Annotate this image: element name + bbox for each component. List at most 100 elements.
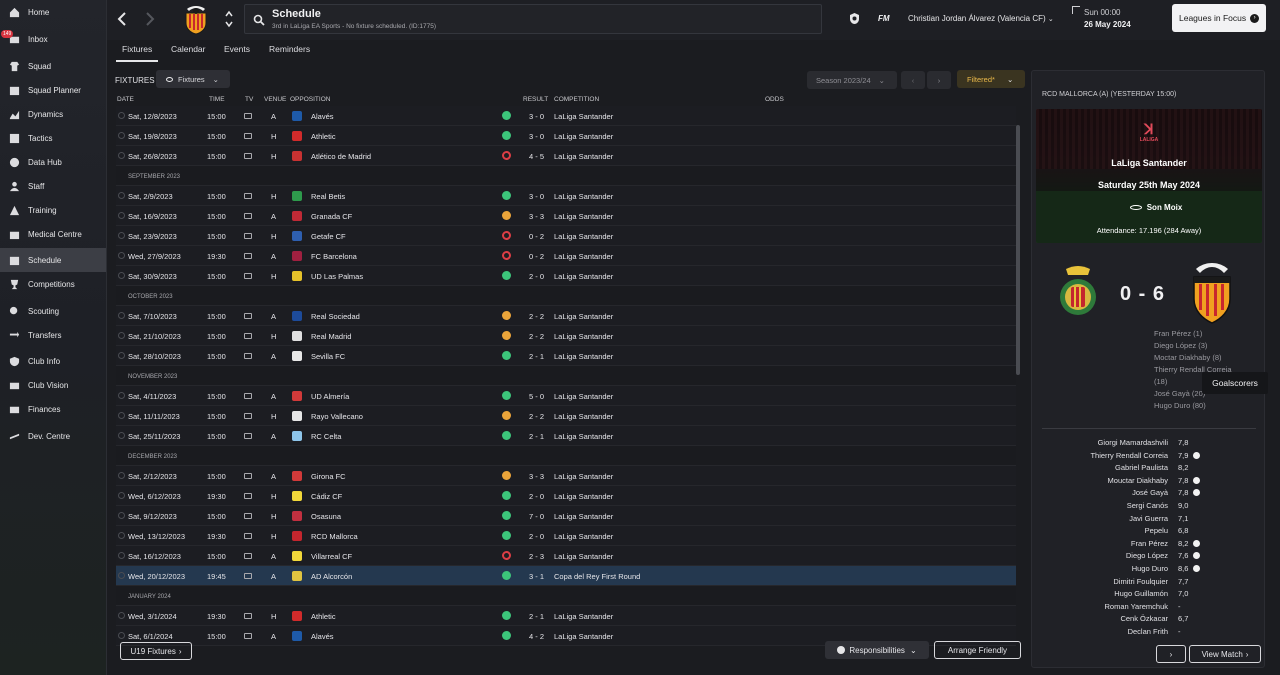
sidebar-item-dev-centre[interactable]: Dev. Centre: [0, 424, 106, 448]
arrange-friendly-button[interactable]: Arrange Friendly: [934, 641, 1021, 659]
player-rating-row[interactable]: Giorgi Mamardashvili 7,8: [1032, 438, 1266, 450]
fixture-competition[interactable]: LaLiga Santander: [554, 152, 613, 161]
table-row[interactable]: Sat, 21/10/2023 15:00 H Real Madrid 2 - 2 LaL…: [116, 326, 1016, 346]
table-row[interactable]: Sat, 19/8/2023 15:00 H Athletic 3 - 0 LaLiga …: [116, 126, 1016, 146]
sidebar-item-schedule[interactable]: Schedule: [0, 248, 106, 272]
fixture-opposition[interactable]: FC Barcelona: [311, 252, 357, 261]
table-row[interactable]: Wed, 13/12/2023 19:30 H RCD Mallorca 2 - 0 La…: [116, 526, 1016, 546]
game-date[interactable]: Sun 00:00 26 May 2024: [1084, 7, 1131, 31]
player-rating-row[interactable]: José Gayà 7,8: [1032, 488, 1266, 500]
fixture-opposition[interactable]: Getafe CF: [311, 232, 346, 241]
goalscorer-item[interactable]: Moctar Diakhaby (8): [1154, 353, 1222, 362]
tab-reminders[interactable]: Reminders: [269, 44, 310, 54]
fixture-competition[interactable]: LaLiga Santander: [554, 532, 613, 541]
fixture-opposition[interactable]: Villarreal CF: [311, 552, 352, 561]
col-time[interactable]: TIME: [209, 96, 225, 103]
fixture-opposition[interactable]: UD Las Palmas: [311, 272, 363, 281]
sidebar-item-scouting[interactable]: Scouting: [0, 299, 106, 323]
next-match-button[interactable]: ›: [1156, 645, 1186, 663]
table-row[interactable]: Sat, 16/9/2023 15:00 A Granada CF 3 - 3 LaLig…: [116, 206, 1016, 226]
player-rating-row[interactable]: Pepelu 6,8: [1032, 526, 1266, 538]
club-badge-icon[interactable]: [848, 12, 861, 25]
season-dropdown[interactable]: Season 2023/24 ⌄: [807, 71, 897, 89]
fixture-opposition[interactable]: Girona FC: [311, 472, 346, 481]
fixture-opposition[interactable]: RCD Mallorca: [311, 532, 358, 541]
table-row[interactable]: Sat, 26/8/2023 15:00 H Atlético de Madrid 4 …: [116, 146, 1016, 166]
fixture-opposition[interactable]: Real Betis: [311, 192, 345, 201]
col-competition[interactable]: COMPETITION: [554, 96, 599, 103]
table-row[interactable]: Sat, 7/10/2023 15:00 A Real Sociedad 2 - 2 La…: [116, 306, 1016, 326]
fixture-competition[interactable]: LaLiga Santander: [554, 212, 613, 221]
fixture-competition[interactable]: LaLiga Santander: [554, 472, 613, 481]
fm-logo[interactable]: FM: [878, 14, 890, 23]
player-rating-row[interactable]: Mouctar Diakhaby 7,8: [1032, 476, 1266, 488]
sidebar-item-dynamics[interactable]: Dynamics: [0, 102, 106, 126]
goalscorer-item[interactable]: Hugo Duro (80): [1154, 401, 1206, 410]
table-row[interactable]: Sat, 4/11/2023 15:00 A UD Almería 5 - 0 LaLig…: [116, 386, 1016, 406]
player-rating-row[interactable]: Diego López 7,6: [1032, 551, 1266, 563]
sidebar-item-data-hub[interactable]: Data Hub: [0, 150, 106, 174]
sidebar-item-home[interactable]: Home: [0, 0, 106, 24]
table-row[interactable]: Sat, 11/11/2023 15:00 H Rayo Vallecano 2 - 2…: [116, 406, 1016, 426]
fixture-competition[interactable]: LaLiga Santander: [554, 252, 613, 261]
table-row[interactable]: Wed, 3/1/2024 19:30 H Athletic 2 - 1 LaLiga S…: [116, 606, 1016, 626]
fixtures-filter-dropdown[interactable]: Fixtures ⌄: [156, 70, 230, 88]
fixture-opposition[interactable]: Real Sociedad: [311, 312, 360, 321]
tab-fixtures[interactable]: Fixtures: [115, 44, 159, 62]
player-rating-row[interactable]: Dimitri Foulquier 7,7: [1032, 577, 1266, 589]
forward-button[interactable]: [143, 10, 157, 28]
table-row[interactable]: Wed, 20/12/2023 19:45 A AD Alcorcón 3 - 1 Cop…: [116, 566, 1016, 586]
fixture-competition[interactable]: LaLiga Santander: [554, 192, 613, 201]
fixture-opposition[interactable]: Alavés: [311, 112, 334, 121]
u19-fixtures-button[interactable]: U19 Fixtures ›: [120, 642, 192, 660]
filtered-dropdown[interactable]: Filtered* ⌄: [957, 70, 1025, 88]
fixture-competition[interactable]: LaLiga Santander: [554, 632, 613, 641]
fixture-opposition[interactable]: RC Celta: [311, 432, 341, 441]
sidebar-item-club-vision[interactable]: Club Vision: [0, 373, 106, 397]
sidebar-item-squad-planner[interactable]: Squad Planner: [0, 78, 106, 102]
fixture-opposition[interactable]: Alavés: [311, 632, 334, 641]
table-row[interactable]: Sat, 12/8/2023 15:00 A Alavés 3 - 0 LaLiga Sa…: [116, 106, 1016, 126]
goalscorer-item[interactable]: (18): [1154, 377, 1167, 386]
tab-events[interactable]: Events: [224, 44, 250, 54]
fixture-opposition[interactable]: UD Almería: [311, 392, 349, 401]
prev-season-button[interactable]: ‹: [901, 71, 925, 89]
manager-name[interactable]: Christian Jordan Álvarez (Valencia CF) ⌄: [908, 14, 1054, 23]
col-result[interactable]: RESULT: [523, 96, 548, 103]
sidebar-item-medical-centre[interactable]: Medical Centre: [0, 222, 106, 246]
fixture-competition[interactable]: LaLiga Santander: [554, 612, 613, 621]
table-row[interactable]: Sat, 23/9/2023 15:00 H Getafe CF 0 - 2 LaLiga…: [116, 226, 1016, 246]
table-row[interactable]: Wed, 6/12/2023 19:30 H Cádiz CF 2 - 0 LaLiga …: [116, 486, 1016, 506]
table-row[interactable]: Wed, 27/9/2023 19:30 A FC Barcelona 0 - 2 LaL…: [116, 246, 1016, 266]
fixture-competition[interactable]: LaLiga Santander: [554, 332, 613, 341]
view-match-button[interactable]: View Match ›: [1189, 645, 1261, 663]
table-row[interactable]: Sat, 16/12/2023 15:00 A Villarreal CF 2 - 3 L…: [116, 546, 1016, 566]
fixture-opposition[interactable]: Athletic: [311, 132, 336, 141]
fixture-competition[interactable]: LaLiga Santander: [554, 512, 613, 521]
col-venue[interactable]: VENUE: [264, 96, 286, 103]
player-rating-row[interactable]: Fran Pérez 8,2: [1032, 539, 1266, 551]
fixture-competition[interactable]: LaLiga Santander: [554, 312, 613, 321]
player-rating-row[interactable]: Javi Guerra 7,1: [1032, 514, 1266, 526]
sidebar-item-transfers[interactable]: Transfers: [0, 323, 106, 347]
table-row[interactable]: Sat, 9/12/2023 15:00 H Osasuna 7 - 0 LaLiga S…: [116, 506, 1016, 526]
sidebar-item-staff[interactable]: Staff: [0, 174, 106, 198]
fixture-opposition[interactable]: Atlético de Madrid: [311, 152, 371, 161]
player-rating-row[interactable]: Declan Frith -: [1032, 627, 1266, 639]
player-rating-row[interactable]: Hugo Guillamón 7,0: [1032, 589, 1266, 601]
fixture-competition[interactable]: Copa del Rey First Round: [554, 572, 640, 581]
fixture-competition[interactable]: LaLiga Santander: [554, 492, 613, 501]
col-date[interactable]: DATE: [117, 96, 134, 103]
fixture-opposition[interactable]: Cádiz CF: [311, 492, 342, 501]
goalscorer-item[interactable]: José Gayà (20): [1154, 389, 1205, 398]
table-row[interactable]: Sat, 2/9/2023 15:00 H Real Betis 3 - 0 LaLiga…: [116, 186, 1016, 206]
table-row[interactable]: Sat, 2/12/2023 15:00 A Girona FC 3 - 3 LaLiga…: [116, 466, 1016, 486]
col-odds[interactable]: ODDS: [765, 96, 784, 103]
sidebar-item-club-info[interactable]: Club Info: [0, 349, 106, 373]
fixture-competition[interactable]: LaLiga Santander: [554, 352, 613, 361]
sidebar-item-inbox[interactable]: Inbox 149: [0, 27, 106, 51]
fixture-opposition[interactable]: Osasuna: [311, 512, 341, 521]
player-rating-row[interactable]: Thierry Rendall Correia 7,9: [1032, 451, 1266, 463]
table-row[interactable]: Sat, 28/10/2023 15:00 A Sevilla FC 2 - 1 LaLi…: [116, 346, 1016, 366]
fixture-competition[interactable]: LaLiga Santander: [554, 112, 613, 121]
